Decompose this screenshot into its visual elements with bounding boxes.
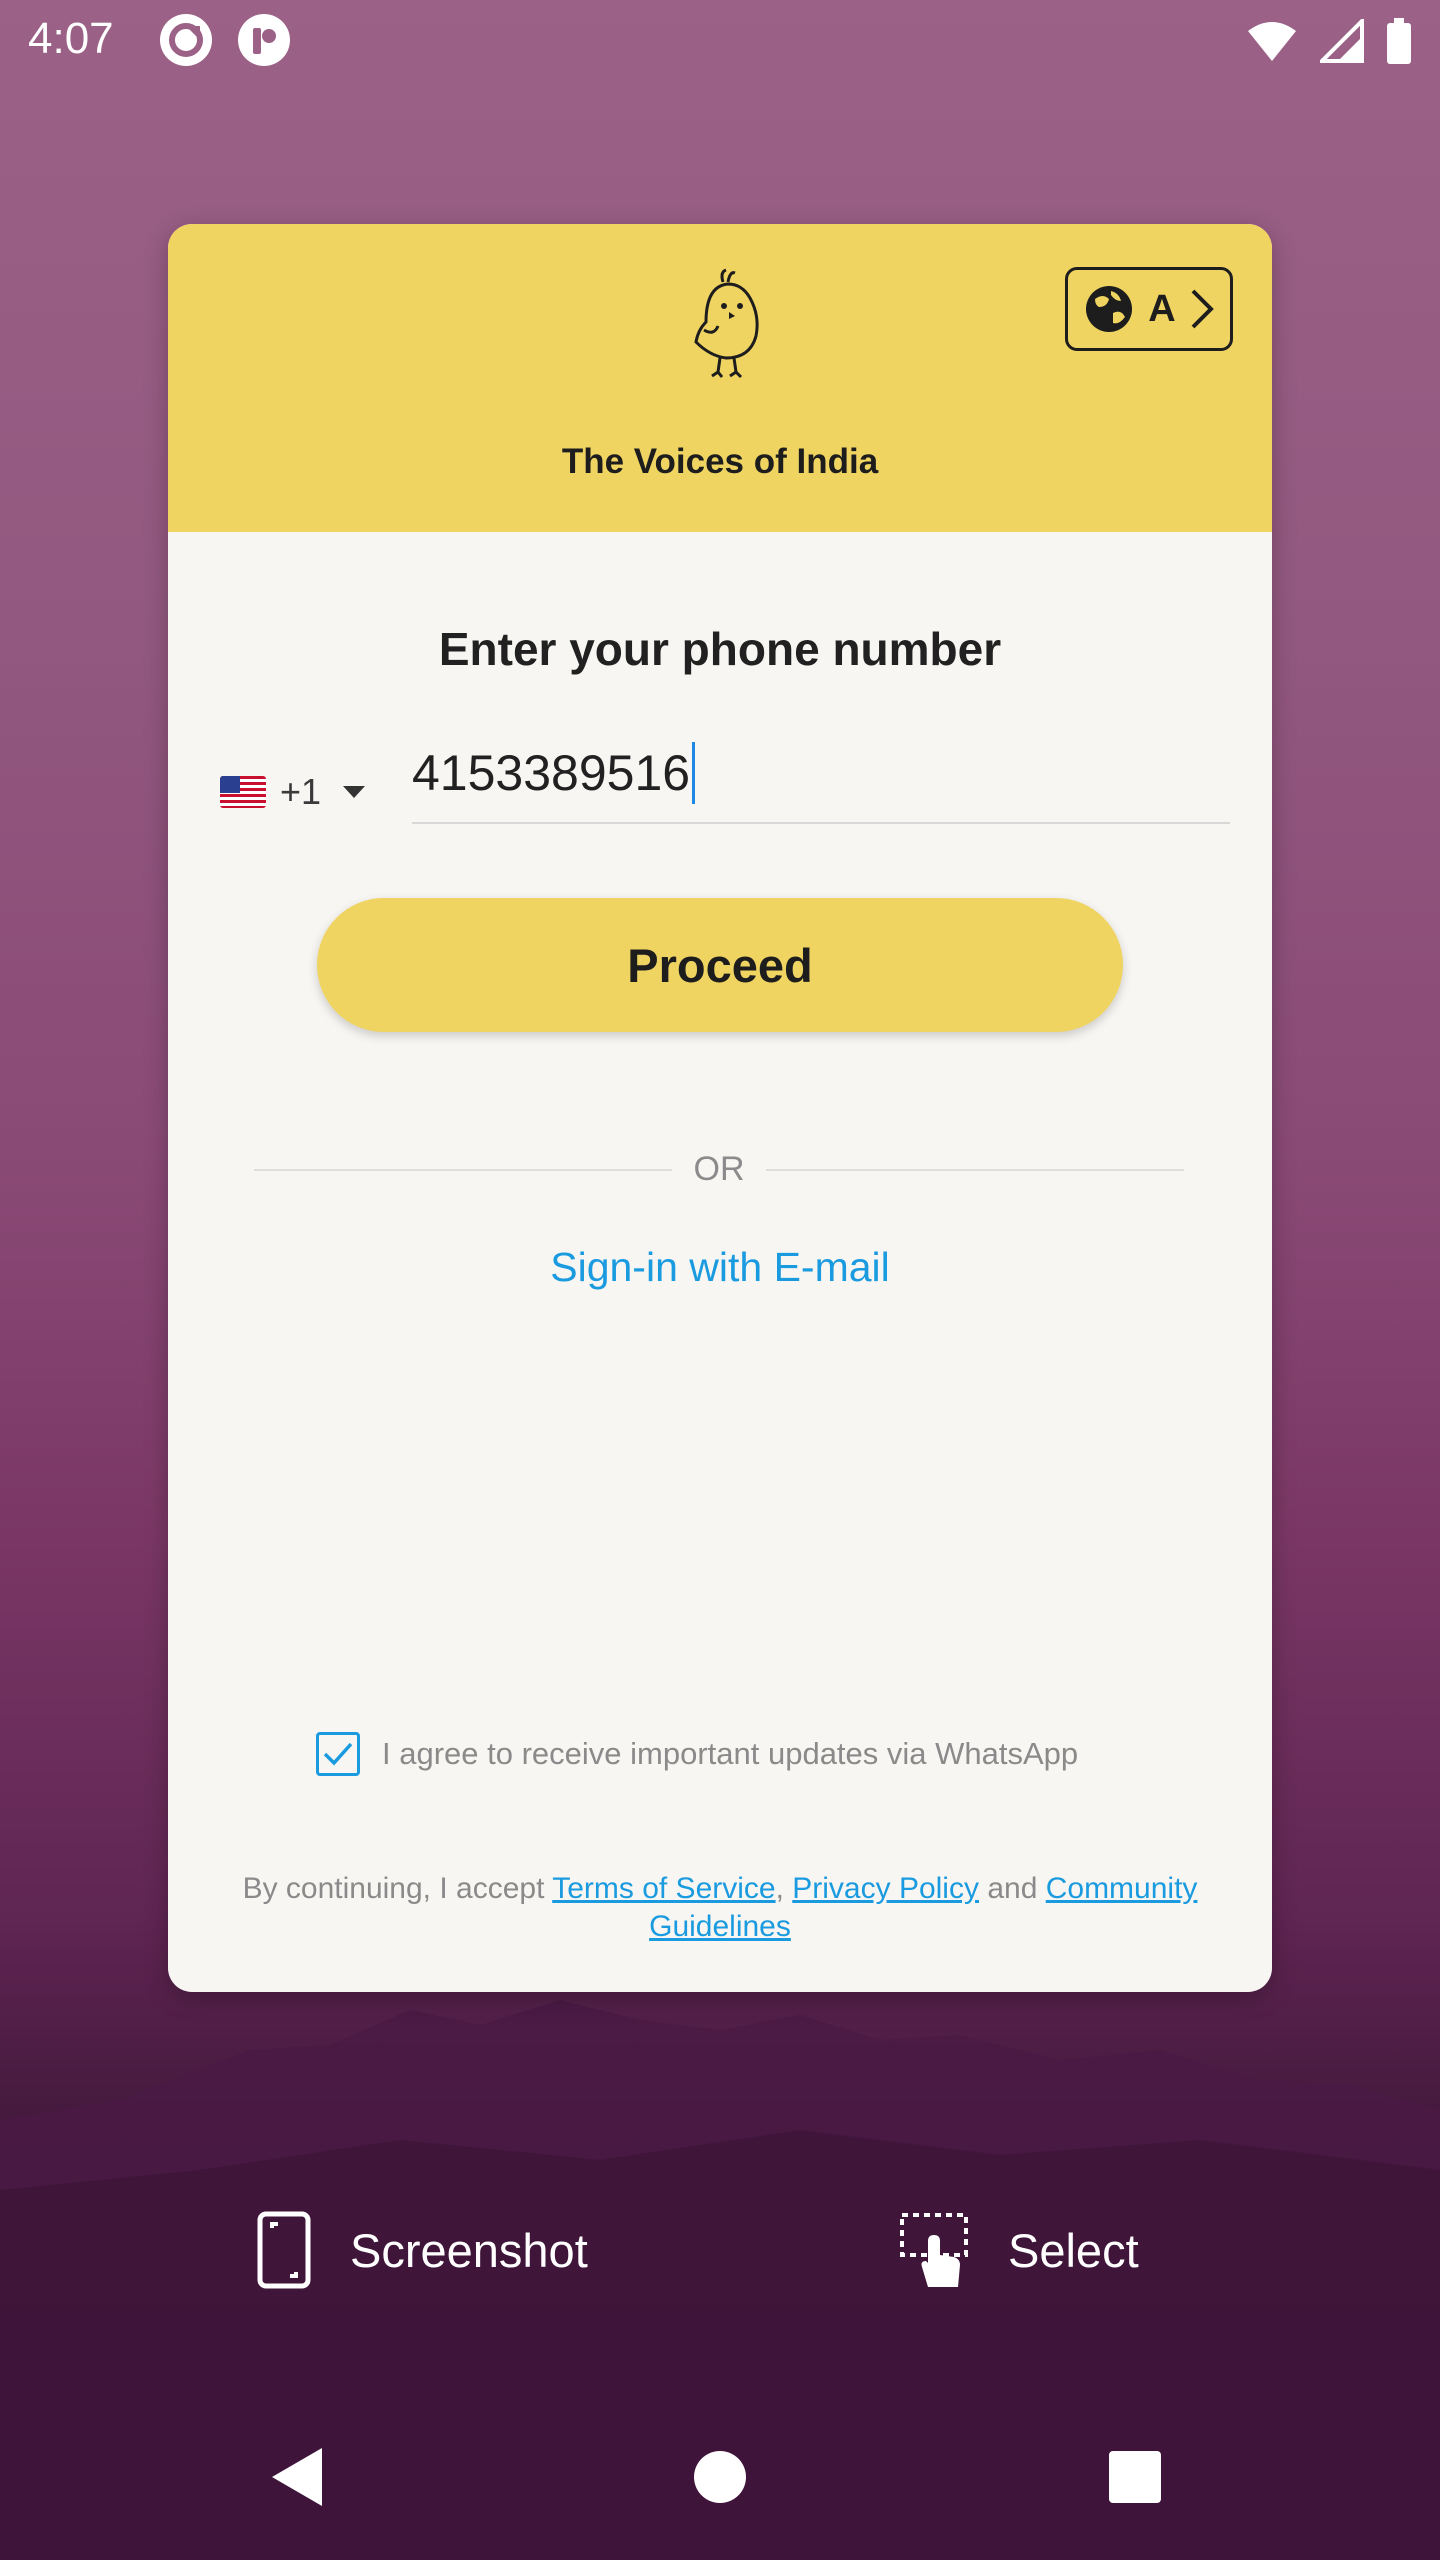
app-notification-icon: [160, 14, 212, 66]
phone-number-title: Enter your phone number: [438, 623, 1002, 675]
chevron-right-icon: [1191, 289, 1215, 329]
bird-mascot-logo: [694, 268, 759, 379]
login-card: A The Voices of India Enter your phone n…: [168, 224, 1272, 1992]
screenshot-label: Screenshot: [350, 2223, 588, 2277]
or-separator: OR: [693, 1150, 745, 1188]
legal-prefix: By continuing, I accept: [242, 1872, 553, 1905]
back-icon[interactable]: [270, 2446, 326, 2508]
recents-icon[interactable]: [1109, 2451, 1161, 2503]
wifi-icon: [1248, 22, 1296, 61]
globe-icon: [1085, 286, 1132, 332]
screenshot-action[interactable]: Screenshot: [256, 2205, 588, 2295]
checkmark-icon: [323, 1742, 353, 1766]
terms-of-service-link[interactable]: Terms of Service: [552, 1872, 775, 1905]
language-letter: A: [1148, 287, 1176, 330]
legal-and: and: [978, 1872, 1046, 1905]
home-icon[interactable]: [694, 2451, 746, 2503]
country-code: +1: [280, 771, 322, 812]
us-flag-icon: [220, 776, 266, 808]
whatsapp-consent-checkbox[interactable]: [316, 1732, 360, 1776]
legal-text: By continuing, I accept Terms of Service…: [208, 1870, 1232, 1946]
email-signin-link[interactable]: Sign-in with E-mail: [168, 1244, 1272, 1291]
whatsapp-consent-row: I agree to receive important updates via…: [316, 1732, 1078, 1776]
whatsapp-consent-label: I agree to receive important updates via…: [382, 1736, 1079, 1771]
battery-icon: [1387, 18, 1411, 64]
card-header: A The Voices of India: [168, 224, 1272, 532]
legal-comma: ,: [775, 1872, 793, 1905]
signal-icon: [1320, 19, 1364, 63]
dropdown-caret-icon: [343, 786, 366, 798]
app-notification-icon-2: [238, 14, 290, 66]
phone-number-input[interactable]: 4153389516: [412, 724, 1230, 824]
proceed-button[interactable]: Proceed: [317, 898, 1123, 1032]
country-code-picker[interactable]: +1: [220, 752, 366, 832]
select-label: Select: [1008, 2223, 1139, 2277]
screenshot-icon: [257, 2211, 311, 2289]
status-bar: 4:07: [0, 0, 1440, 84]
language-select-button[interactable]: A: [1065, 267, 1233, 351]
divider-left: [254, 1169, 672, 1171]
phone-number-value: 4153389516: [412, 745, 691, 801]
privacy-policy-link[interactable]: Privacy Policy: [792, 1872, 979, 1905]
text-cursor: [692, 742, 696, 804]
status-time: 4:07: [28, 14, 114, 63]
select-touch-icon: [900, 2213, 968, 2287]
status-indicators: [1246, 18, 1412, 64]
app-tagline: The Voices of India: [561, 442, 879, 481]
divider-right: [766, 1169, 1184, 1171]
select-action[interactable]: Select: [898, 2205, 1139, 2295]
